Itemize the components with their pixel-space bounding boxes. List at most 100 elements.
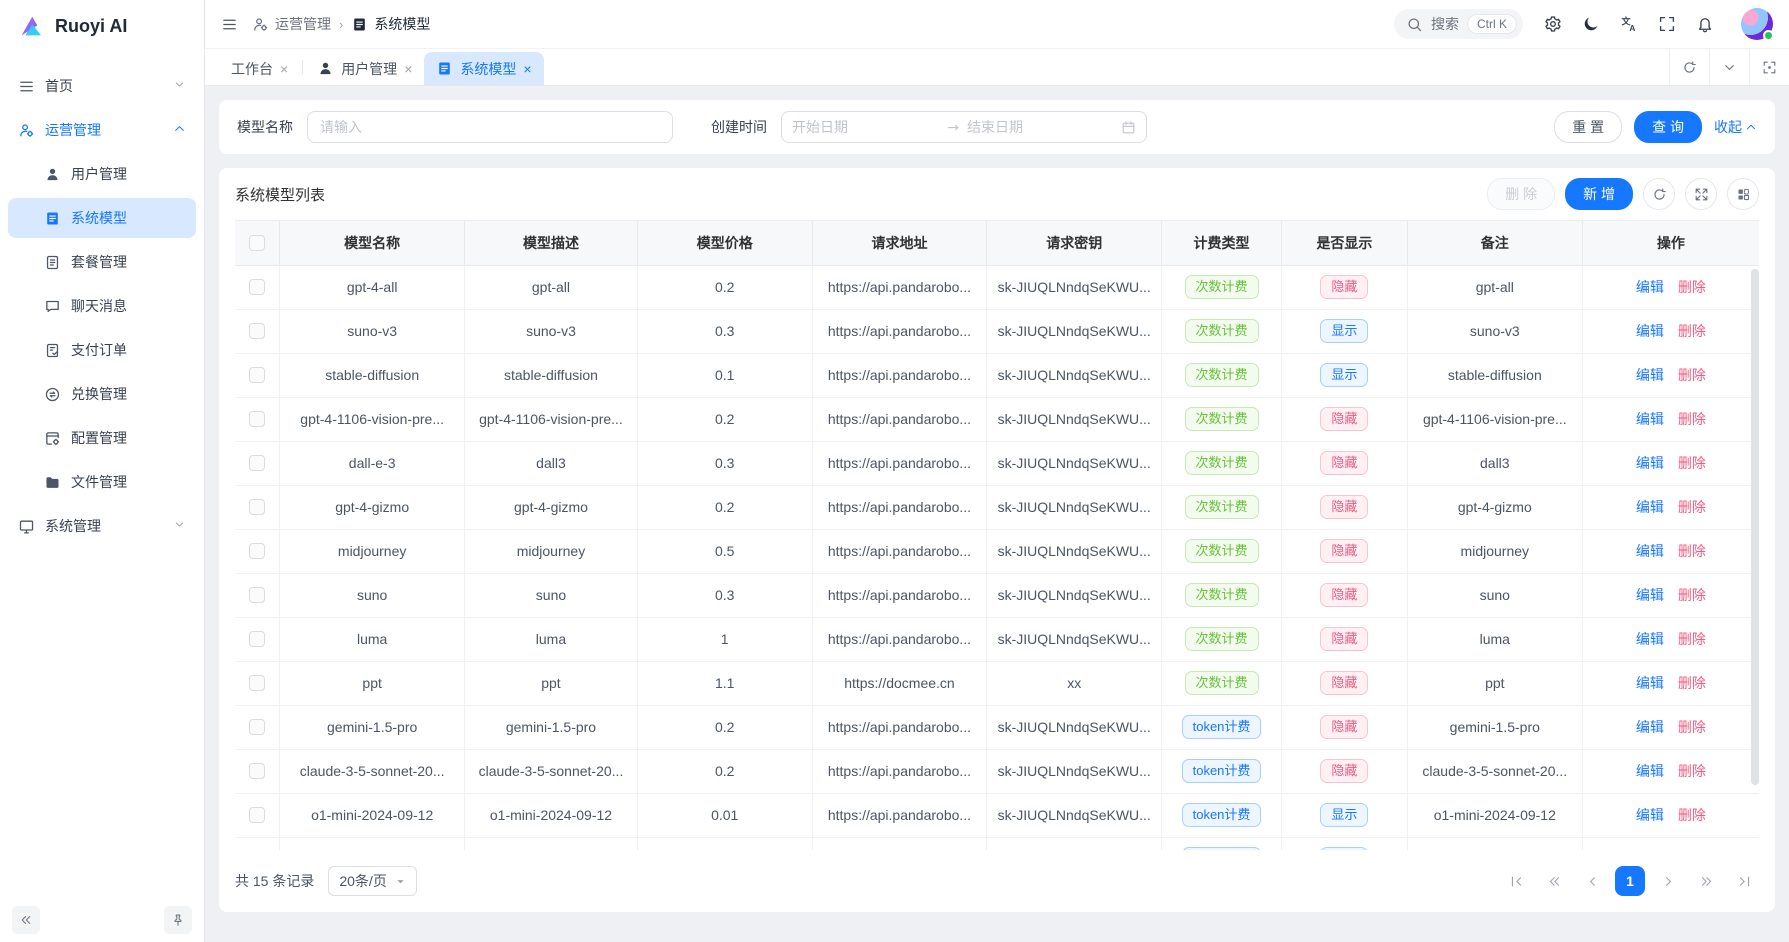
row-checkbox[interactable]: [249, 411, 265, 427]
pagination-last-button[interactable]: [1729, 866, 1759, 896]
tab-工作台[interactable]: 工作台×: [219, 52, 300, 85]
expand-table-button[interactable]: [1685, 178, 1717, 210]
pagination-prev-button[interactable]: [1577, 866, 1607, 896]
edit-link[interactable]: 编辑: [1636, 367, 1664, 383]
pagination-next-jump-button[interactable]: [1691, 866, 1721, 896]
add-button[interactable]: 新 增: [1565, 178, 1633, 210]
row-checkbox[interactable]: [249, 675, 265, 691]
edit-link[interactable]: 编辑: [1636, 499, 1664, 515]
row-checkbox[interactable]: [249, 807, 265, 823]
select-all-checkbox[interactable]: [249, 235, 265, 251]
edit-link[interactable]: 编辑: [1636, 455, 1664, 471]
visibility-badge[interactable]: 隐藏: [1320, 715, 1368, 739]
pin-sidebar-button[interactable]: [164, 906, 192, 934]
delete-link[interactable]: 删除: [1678, 631, 1706, 647]
row-checkbox[interactable]: [249, 279, 265, 295]
start-date-input[interactable]: [792, 119, 940, 135]
row-checkbox[interactable]: [249, 367, 265, 383]
refresh-page-button[interactable]: [1669, 49, 1709, 85]
refresh-table-button[interactable]: [1643, 178, 1675, 210]
visibility-badge[interactable]: 隐藏: [1320, 627, 1368, 651]
delete-link[interactable]: 删除: [1678, 587, 1706, 603]
pagination-prev-jump-button[interactable]: [1539, 866, 1569, 896]
edit-link[interactable]: 编辑: [1636, 763, 1664, 779]
hamburger-icon[interactable]: [221, 16, 238, 33]
model-name-input[interactable]: [307, 111, 673, 143]
collapse-filter-link[interactable]: 收起: [1714, 117, 1757, 137]
pagination-first-button[interactable]: [1501, 866, 1531, 896]
language-button[interactable]: 文A: [1613, 8, 1645, 40]
notifications-button[interactable]: [1689, 8, 1721, 40]
content-fullscreen-button[interactable]: [1749, 49, 1789, 85]
query-button[interactable]: 查 询: [1634, 111, 1702, 143]
row-checkbox[interactable]: [249, 499, 265, 515]
edit-link[interactable]: 编辑: [1636, 279, 1664, 295]
visibility-badge[interactable]: 显示: [1320, 363, 1368, 387]
visibility-badge[interactable]: 隐藏: [1320, 495, 1368, 519]
delete-link[interactable]: 删除: [1678, 323, 1706, 339]
breadcrumb-item-系统模型[interactable]: 系统模型: [351, 14, 430, 34]
sidebar-item-首页[interactable]: 首页: [8, 66, 196, 106]
collapse-sidebar-button[interactable]: [12, 906, 40, 934]
pagination-next-button[interactable]: [1653, 866, 1683, 896]
row-checkbox[interactable]: [249, 543, 265, 559]
page-size-select[interactable]: 20条/页: [328, 866, 416, 896]
sidebar-item-套餐管理[interactable]: 套餐管理: [8, 242, 196, 282]
edit-link[interactable]: 编辑: [1636, 719, 1664, 735]
pagination-page-1[interactable]: 1: [1615, 866, 1645, 896]
delete-link[interactable]: 删除: [1678, 367, 1706, 383]
row-checkbox[interactable]: [249, 455, 265, 471]
delete-link[interactable]: 删除: [1678, 719, 1706, 735]
tab-close-icon[interactable]: ×: [404, 62, 412, 76]
visibility-badge[interactable]: 隐藏: [1320, 407, 1368, 431]
visibility-badge[interactable]: 隐藏: [1320, 539, 1368, 563]
visibility-badge[interactable]: 隐藏: [1320, 583, 1368, 607]
delete-link[interactable]: 删除: [1678, 499, 1706, 515]
breadcrumb-item-运营管理[interactable]: 运营管理: [252, 14, 331, 34]
edit-link[interactable]: 编辑: [1636, 675, 1664, 691]
visibility-badge[interactable]: 显示: [1320, 803, 1368, 827]
row-checkbox[interactable]: [249, 631, 265, 647]
sidebar-item-聊天消息[interactable]: 聊天消息: [8, 286, 196, 326]
visibility-badge[interactable]: 隐藏: [1320, 671, 1368, 695]
table-scrollbar[interactable]: [1751, 269, 1759, 785]
row-checkbox[interactable]: [249, 719, 265, 735]
sidebar-item-运营管理[interactable]: 运营管理: [8, 110, 196, 150]
sidebar-item-配置管理[interactable]: 配置管理: [8, 418, 196, 458]
column-settings-button[interactable]: [1727, 178, 1759, 210]
sidebar-item-支付订单[interactable]: 支付订单: [8, 330, 196, 370]
row-checkbox[interactable]: [249, 587, 265, 603]
edit-link[interactable]: 编辑: [1636, 323, 1664, 339]
date-range-picker[interactable]: [781, 111, 1147, 143]
tab-系统模型[interactable]: 系统模型×: [424, 52, 543, 85]
global-search[interactable]: 搜索 Ctrl K: [1394, 9, 1523, 39]
sidebar-item-系统模型[interactable]: 系统模型: [8, 198, 196, 238]
edit-link[interactable]: 编辑: [1636, 587, 1664, 603]
row-checkbox[interactable]: [249, 323, 265, 339]
delete-link[interactable]: 删除: [1678, 543, 1706, 559]
tab-close-icon[interactable]: ×: [280, 62, 288, 76]
edit-link[interactable]: 编辑: [1636, 543, 1664, 559]
sidebar-item-文件管理[interactable]: 文件管理: [8, 462, 196, 502]
edit-link[interactable]: 编辑: [1636, 631, 1664, 647]
tabs-dropdown-button[interactable]: [1709, 49, 1749, 85]
delete-link[interactable]: 删除: [1678, 411, 1706, 427]
visibility-badge[interactable]: 隐藏: [1320, 759, 1368, 783]
theme-toggle-button[interactable]: [1575, 8, 1607, 40]
sidebar-item-用户管理[interactable]: 用户管理: [8, 154, 196, 194]
sidebar-item-系统管理[interactable]: 系统管理: [8, 506, 196, 546]
visibility-badge[interactable]: 隐藏: [1320, 451, 1368, 475]
delete-link[interactable]: 删除: [1678, 279, 1706, 295]
delete-selected-button[interactable]: 删 除: [1487, 178, 1555, 210]
delete-link[interactable]: 删除: [1678, 763, 1706, 779]
row-checkbox[interactable]: [249, 763, 265, 779]
delete-link[interactable]: 删除: [1678, 807, 1706, 823]
end-date-input[interactable]: [967, 119, 1115, 135]
delete-link[interactable]: 删除: [1678, 675, 1706, 691]
visibility-badge[interactable]: 隐藏: [1320, 275, 1368, 299]
fullscreen-button[interactable]: [1651, 8, 1683, 40]
edit-link[interactable]: 编辑: [1636, 807, 1664, 823]
tab-close-icon[interactable]: ×: [523, 62, 531, 76]
reset-button[interactable]: 重 置: [1554, 111, 1622, 143]
delete-link[interactable]: 删除: [1678, 455, 1706, 471]
